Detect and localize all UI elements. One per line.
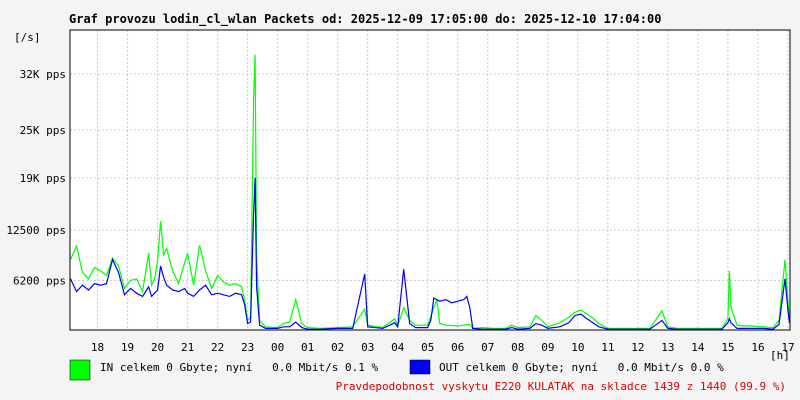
x-tick-label: 16 [751, 341, 764, 354]
y-tick-label: 6200 pps [13, 274, 66, 287]
y-unit-label: [/s] [14, 31, 41, 44]
legend-out-text: OUT celkem 0 Gbyte; nyní 0.0 Mbit/s 0.0 … [439, 361, 724, 374]
x-tick-label: 20 [151, 341, 164, 354]
y-tick-label: 19K pps [20, 172, 66, 185]
x-tick-label: 06 [451, 341, 464, 354]
x-tick-label: 03 [361, 341, 374, 354]
legend-out-swatch [409, 359, 431, 375]
traffic-chart: Graf provozu lodin_cl_wlan Packets od: 2… [0, 0, 800, 400]
x-tick-label: 09 [541, 341, 554, 354]
x-tick-label: 11 [601, 341, 614, 354]
x-tick-label: 08 [511, 341, 524, 354]
x-tick-label: 00 [271, 341, 284, 354]
x-tick-label: 13 [661, 341, 674, 354]
legend-in-swatch [69, 359, 91, 381]
x-tick-label: 18 [91, 341, 104, 354]
x-tick-label: 22 [211, 341, 224, 354]
x-tick-label: 23 [241, 341, 254, 354]
plot-area [70, 30, 790, 330]
x-tick-label: 05 [421, 341, 434, 354]
x-tick-label: 04 [391, 341, 405, 354]
x-tick-label: 10 [571, 341, 584, 354]
x-tick-label: 07 [481, 341, 494, 354]
x-tick-label: 15 [721, 341, 734, 354]
y-tick-label: 32K pps [20, 68, 66, 81]
footer-note: Pravdepodobnost vyskytu E220 KULATAK na … [336, 380, 786, 393]
legend-in-text: IN celkem 0 Gbyte; nyní 0.0 Mbit/s 0.1 % [100, 361, 379, 374]
x-tick-label: 14 [691, 341, 705, 354]
x-tick-label: 12 [631, 341, 644, 354]
x-tick-label: 02 [331, 341, 344, 354]
x-unit-label: [h] [770, 349, 790, 362]
y-tick-label: 12500 pps [6, 224, 66, 237]
y-tick-label: 25K pps [20, 124, 66, 137]
x-tick-label: 19 [121, 341, 134, 354]
chart-title: Graf provozu lodin_cl_wlan Packets od: 2… [69, 12, 661, 27]
x-tick-label: 01 [301, 341, 314, 354]
x-tick-label: 21 [181, 341, 194, 354]
